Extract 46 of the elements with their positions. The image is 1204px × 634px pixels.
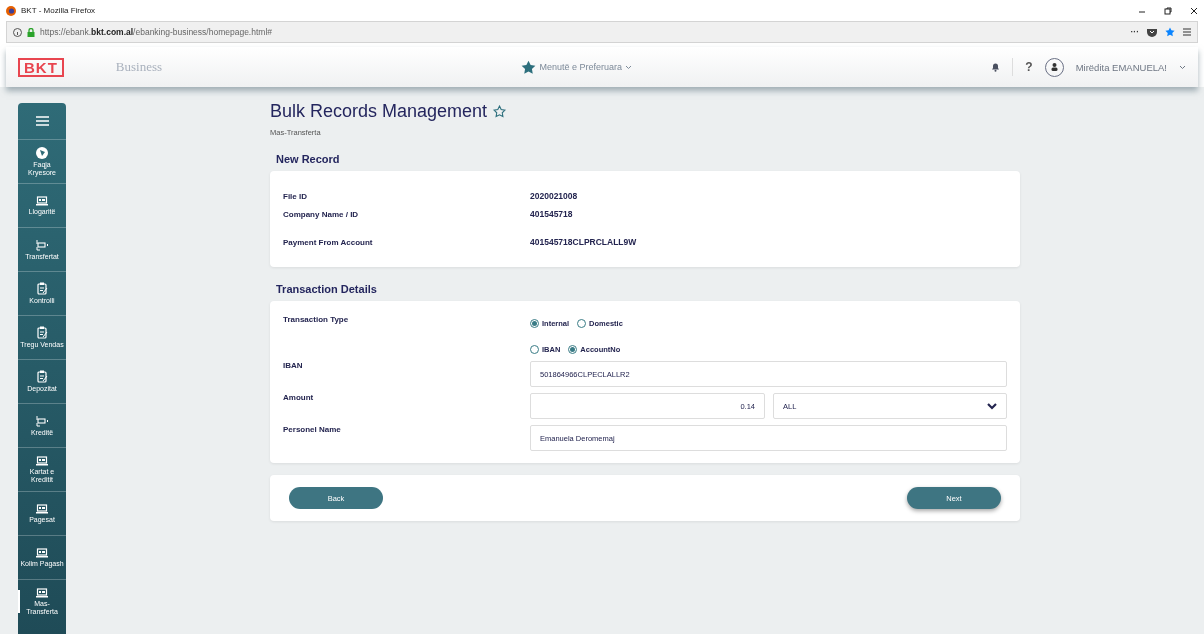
star-icon[interactable] [1165,27,1175,37]
field-label: Personel Name [283,425,342,434]
field-value: 401545718CLPRCLALL9W [530,237,638,247]
laptop-icon [36,588,48,599]
lock-icon [27,27,35,37]
field-label: Payment From Account [283,238,374,247]
section-title: New Record [276,153,341,165]
laptop-icon [36,195,48,206]
laptop-icon [36,456,48,467]
clipboard-icon [36,282,48,296]
field-label: Amount [283,393,315,402]
chevron-down-icon[interactable] [624,64,632,70]
help-button[interactable]: ? [1025,60,1033,74]
section-title: Transaction Details [276,283,378,295]
laptop-icon [36,503,48,514]
more-button[interactable]: ··· [1130,27,1139,37]
window-title: BKT - Mozilla Firefox [21,6,96,15]
field-value: 2020021008 [530,191,579,201]
field-label: Transaction Type [283,315,350,324]
star-icon[interactable] [521,59,537,75]
compass-icon [36,147,48,160]
browser-logo-icon [6,5,16,16]
bank-logo[interactable]: BKT [18,57,64,77]
product-name: Business [115,59,163,75]
field-label: Company Name / ID [283,210,360,219]
greeting-text[interactable]: Mirëdita EMANUELA! [1075,61,1167,73]
cash-transfer-icon [35,238,49,251]
clipboard-icon [36,370,48,384]
info-icon[interactable] [13,27,22,37]
bell-icon[interactable] [991,62,1001,72]
clipboard-icon [36,326,48,340]
field-label: File ID [283,192,308,201]
menu-icon[interactable] [1183,28,1191,36]
star-icon[interactable] [493,105,507,118]
pocket-icon[interactable] [1147,27,1157,37]
page-title: Bulk Records Management [270,101,488,122]
field-label: IBAN [283,361,304,370]
chevron-down-icon[interactable] [1179,64,1186,70]
chevron-down-icon [987,402,997,410]
laptop-icon [36,547,48,558]
cash-transfer-icon [35,414,49,427]
url-text[interactable]: https://ebank.bkt.com.al/ebanking-business/homepage.html# [40,27,272,37]
close-icon[interactable] [1190,6,1198,15]
restore-icon[interactable] [1164,6,1172,15]
field-value: 401545718 [530,209,574,219]
favorites-menu[interactable]: Menutë e Preferuara [539,62,622,72]
